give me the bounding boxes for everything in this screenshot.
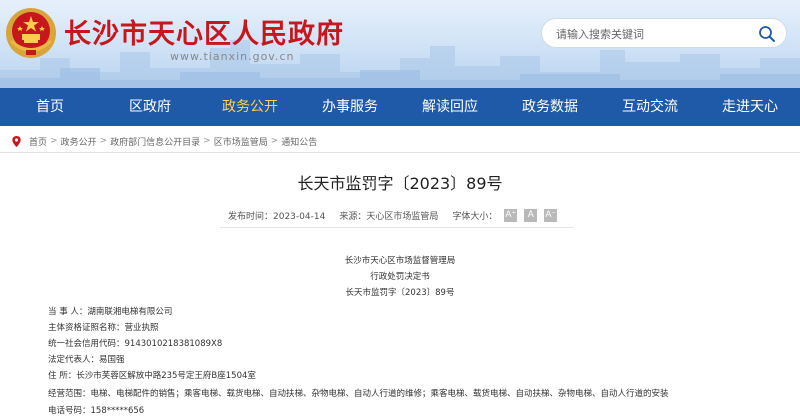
address-line: 住 所：长沙市芙蓉区解放中路235号定王府B座1504室 xyxy=(48,371,256,381)
meta-divider xyxy=(220,227,574,228)
breadcrumb: 首页 > 政务公开 > 政府部门信息公开目录 > 区市场监管局 > 通知公告 xyxy=(10,133,317,149)
nav-item-services[interactable]: 办事服务 xyxy=(300,88,400,126)
nav-item-district-government[interactable]: 区政府 xyxy=(100,88,200,126)
nav-item-government-affairs[interactable]: 政务公开 xyxy=(200,88,300,126)
legal-representative-line: 法定代表人：易国强 xyxy=(48,355,125,365)
breadcrumb-home[interactable]: 首页 xyxy=(29,135,47,148)
license-type-line: 主体资格证照名称：营业执照 xyxy=(48,323,159,333)
site-domain: www.tianxin.gov.cn xyxy=(170,50,295,63)
nav-item-interpretation[interactable]: 解读回应 xyxy=(400,88,500,126)
breadcrumb-government-affairs[interactable]: 政务公开 xyxy=(61,135,97,148)
nav-item-interaction[interactable]: 互动交流 xyxy=(600,88,700,126)
party-name-line: 当 事 人：湖南联湘电梯有限公司 xyxy=(48,307,173,317)
document-number: 长天市监罚字〔2023〕89号 xyxy=(345,288,455,298)
issuing-authority: 长沙市天心区市场监督管理局 xyxy=(344,256,456,266)
site-title[interactable]: 长沙市天心区人民政府 xyxy=(64,12,344,51)
nav-item-about-tianxin[interactable]: 走进天心 xyxy=(700,88,800,126)
font-size-label: 字体大小： xyxy=(452,212,498,222)
breadcrumb-separator: > xyxy=(270,136,279,146)
nav-item-home[interactable]: 首页 xyxy=(0,88,100,126)
publish-date: 发布时间：2023-04-14 xyxy=(228,212,326,222)
font-size-decrease-button[interactable]: A⁻ xyxy=(544,209,558,222)
font-size-increase-button[interactable]: A⁺ xyxy=(504,209,518,222)
site-header: 长沙市天心区人民政府 www.tianxin.gov.cn xyxy=(0,0,800,88)
national-emblem-icon xyxy=(6,8,56,58)
breadcrumb-separator: > xyxy=(99,136,108,146)
article-source: 来源：天心区市场监管局 xyxy=(339,212,439,222)
font-size-default-button[interactable]: A xyxy=(524,209,538,222)
search-icon[interactable] xyxy=(758,25,776,43)
credit-code-line: 统一社会信用代码：914301021838​1089X8 xyxy=(48,339,223,349)
breadcrumb-market-supervision[interactable]: 区市场监管局 xyxy=(214,135,268,148)
breadcrumb-separator: > xyxy=(203,136,211,146)
document-type: 行政处罚决定书 xyxy=(370,272,430,282)
search-input[interactable] xyxy=(556,25,746,43)
breadcrumb-separator: > xyxy=(50,136,58,146)
breadcrumb-notices[interactable]: 通知公告 xyxy=(281,135,317,148)
main-nav: 首页 区政府 政务公开 办事服务 解读回应 政务数据 互动交流 走进天心 xyxy=(0,88,800,126)
phone-number-line: 电话号码：158*****656 xyxy=(48,406,145,416)
article-title: 长天市监罚字〔2023〕89号 xyxy=(297,174,503,193)
location-pin-icon xyxy=(12,135,21,147)
nav-item-government-data[interactable]: 政务数据 xyxy=(500,88,600,126)
article-meta: 发布时间：2023-04-14 来源：天心区市场监管局 字体大小： A⁺ A A… xyxy=(228,209,558,222)
search-box xyxy=(541,18,787,48)
business-scope-line: 经营范围：电梯、电梯配件的销售；乘客电梯、载货电梯、自动扶梯、杂物电梯、自动人行… xyxy=(48,389,669,399)
breadcrumb-department-catalog[interactable]: 政府部门信息公开目录 xyxy=(110,135,200,148)
breadcrumb-divider xyxy=(0,152,800,153)
